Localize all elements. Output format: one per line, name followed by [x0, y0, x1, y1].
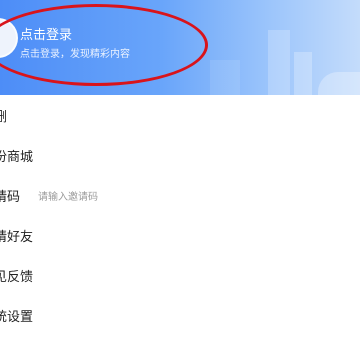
login-title[interactable]: 点击登录	[20, 24, 72, 43]
menu-item-invite-code[interactable]: 请码 请输入邀请码	[0, 175, 360, 215]
invite-code-input[interactable]: 请输入邀请码	[38, 188, 98, 203]
menu-item-feedback[interactable]: 见反馈	[0, 255, 360, 295]
menu-item-label: 请码	[0, 189, 21, 205]
header-decoration	[268, 30, 290, 95]
profile-header: 点击登录 点击登录，发现精彩内容	[0, 0, 360, 95]
header-decoration	[318, 72, 360, 95]
menu-item-mall[interactable]: 份商城	[0, 135, 360, 175]
menu-item-delete[interactable]: 删	[0, 95, 360, 135]
menu-item-label: 见反馈	[0, 269, 34, 285]
menu-item-label: 统设置	[0, 309, 34, 325]
profile-screen: 点击登录 点击登录，发现精彩内容 删 份商城 请码 请输入邀请码 请好友 见反馈…	[0, 0, 360, 360]
menu-item-invite-friends[interactable]: 请好友	[0, 215, 360, 255]
menu-item-label: 请好友	[0, 229, 34, 245]
menu-item-settings[interactable]: 统设置	[0, 295, 360, 335]
login-subtitle[interactable]: 点击登录，发现精彩内容	[20, 45, 130, 60]
header-decoration	[210, 60, 240, 95]
avatar[interactable]	[0, 18, 18, 58]
header-decoration	[294, 52, 312, 95]
menu-item-label: 份商城	[0, 149, 34, 165]
menu-item-label: 删	[0, 109, 8, 125]
